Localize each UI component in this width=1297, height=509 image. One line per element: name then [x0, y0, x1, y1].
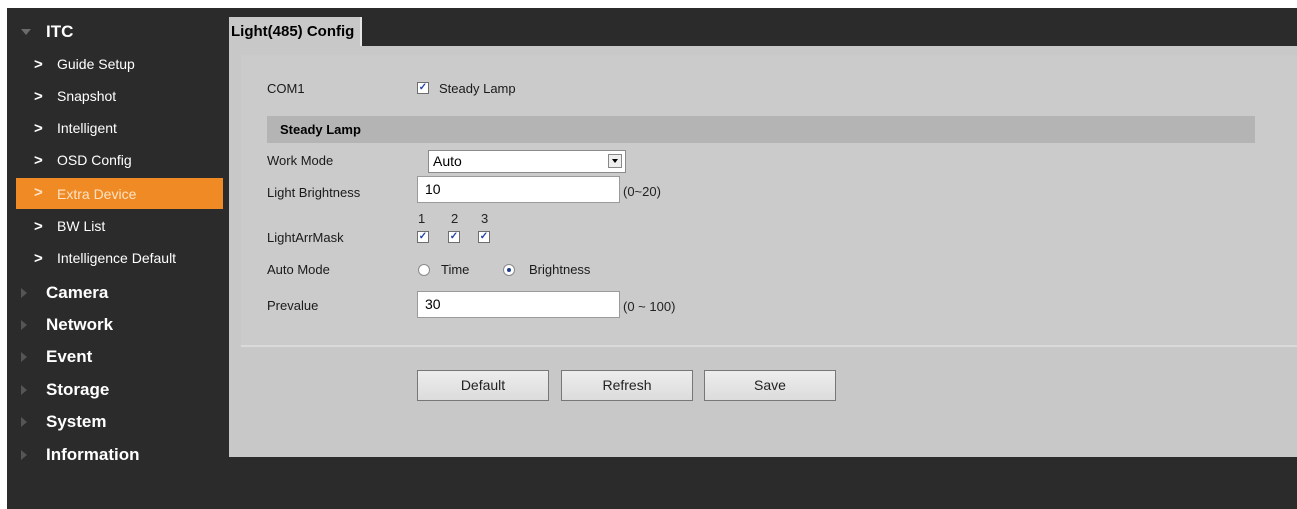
- sidebar-item-extra-device[interactable]: > Extra Device: [16, 178, 223, 209]
- expand-triangle-icon: [21, 352, 27, 362]
- prevalue-input[interactable]: 30: [417, 291, 620, 318]
- nav-section-event[interactable]: Event: [7, 342, 229, 372]
- collapse-triangle-icon: [21, 29, 31, 35]
- sidebar-item-label: Intelligent: [57, 120, 117, 136]
- nav-section-system[interactable]: System: [7, 407, 229, 437]
- sidebar-item-guide-setup[interactable]: > Guide Setup: [7, 50, 229, 78]
- expand-triangle-icon: [21, 320, 27, 330]
- mask-checkbox-2[interactable]: ✓: [448, 231, 460, 243]
- prevalue-label: Prevalue: [267, 298, 319, 313]
- light-brightness-label: Light Brightness: [267, 185, 361, 200]
- sidebar-item-intelligent[interactable]: > Intelligent: [7, 114, 229, 142]
- sidebar-item-label: BW List: [57, 218, 106, 234]
- nav-section-information[interactable]: Information: [7, 440, 229, 470]
- content-panel: COM1 ✓ Steady Lamp Steady Lamp Work Mode…: [229, 46, 1297, 457]
- chevron-right-icon: >: [34, 184, 43, 201]
- sidebar-item-label: OSD Config: [57, 152, 132, 168]
- chevron-right-icon: >: [34, 152, 43, 169]
- nav-section-itc[interactable]: ITC: [7, 17, 229, 47]
- chevron-right-icon: >: [34, 120, 43, 137]
- chevron-right-icon: >: [34, 56, 43, 73]
- chevron-right-icon: >: [34, 250, 43, 267]
- nav-section-label: Camera: [46, 283, 109, 302]
- sidebar-item-intelligence-default[interactable]: > Intelligence Default: [7, 244, 229, 272]
- section-header: Steady Lamp: [267, 116, 1255, 143]
- steady-lamp-checkbox-label: Steady Lamp: [439, 81, 516, 96]
- auto-mode-brightness-label: Brightness: [529, 262, 591, 277]
- nav-section-camera[interactable]: Camera: [7, 278, 229, 308]
- save-button[interactable]: Save: [704, 370, 836, 401]
- nav-section-label: ITC: [46, 22, 74, 41]
- refresh-button[interactable]: Refresh: [561, 370, 693, 401]
- steady-lamp-checkbox[interactable]: ✓: [417, 82, 429, 94]
- mask-label: LightArrMask: [267, 230, 344, 245]
- auto-mode-brightness-radio[interactable]: [503, 264, 515, 276]
- nav-section-label: System: [46, 412, 107, 431]
- sidebar-item-label: Guide Setup: [57, 56, 135, 72]
- auto-mode-label: Auto Mode: [267, 262, 330, 277]
- sidebar-item-snapshot[interactable]: > Snapshot: [7, 82, 229, 110]
- work-mode-select[interactable]: Auto: [428, 150, 626, 173]
- auto-mode-time-radio[interactable]: [418, 264, 430, 276]
- expand-triangle-icon: [21, 385, 27, 395]
- sidebar-item-label: Intelligence Default: [57, 250, 177, 266]
- com-label: COM1: [267, 81, 305, 96]
- work-mode-value: Auto: [433, 153, 462, 169]
- mask-number-2: 2: [451, 211, 459, 226]
- nav-section-label: Event: [46, 347, 93, 366]
- expand-triangle-icon: [21, 288, 27, 298]
- chevron-right-icon: >: [34, 218, 43, 235]
- default-button[interactable]: Default: [417, 370, 549, 401]
- mask-checkbox-1[interactable]: ✓: [417, 231, 429, 243]
- mask-number-1: 1: [418, 211, 426, 226]
- auto-mode-time-label: Time: [441, 262, 470, 277]
- sidebar-item-bw-list[interactable]: > BW List: [7, 212, 229, 240]
- light-brightness-input[interactable]: 10: [417, 176, 620, 203]
- sidebar-item-label: Snapshot: [57, 88, 117, 104]
- nav-section-label: Network: [46, 315, 114, 334]
- nav-section-network[interactable]: Network: [7, 310, 229, 340]
- mask-checkbox-3[interactable]: ✓: [478, 231, 490, 243]
- dropdown-arrow-icon[interactable]: [608, 154, 622, 168]
- sidebar-item-osd-config[interactable]: > OSD Config: [7, 146, 229, 174]
- sidebar: ITC > Guide Setup > Snapshot > Intellige…: [7, 15, 229, 475]
- section-title: Steady Lamp: [280, 122, 361, 137]
- prevalue-range: (0 ~ 100): [623, 299, 676, 314]
- form-area: COM1 ✓ Steady Lamp Steady Lamp Work Mode…: [241, 55, 1297, 347]
- page-title-tab: Light(485) Config: [229, 17, 363, 46]
- nav-section-storage[interactable]: Storage: [7, 375, 229, 405]
- work-mode-label: Work Mode: [267, 153, 334, 168]
- sidebar-item-label: Extra Device: [57, 185, 137, 202]
- expand-triangle-icon: [21, 450, 27, 460]
- light-brightness-range: (0~20): [623, 184, 661, 199]
- mask-number-3: 3: [481, 211, 489, 226]
- nav-section-label: Information: [46, 445, 140, 464]
- expand-triangle-icon: [21, 417, 27, 427]
- nav-section-label: Storage: [46, 380, 110, 399]
- chevron-right-icon: >: [34, 88, 43, 105]
